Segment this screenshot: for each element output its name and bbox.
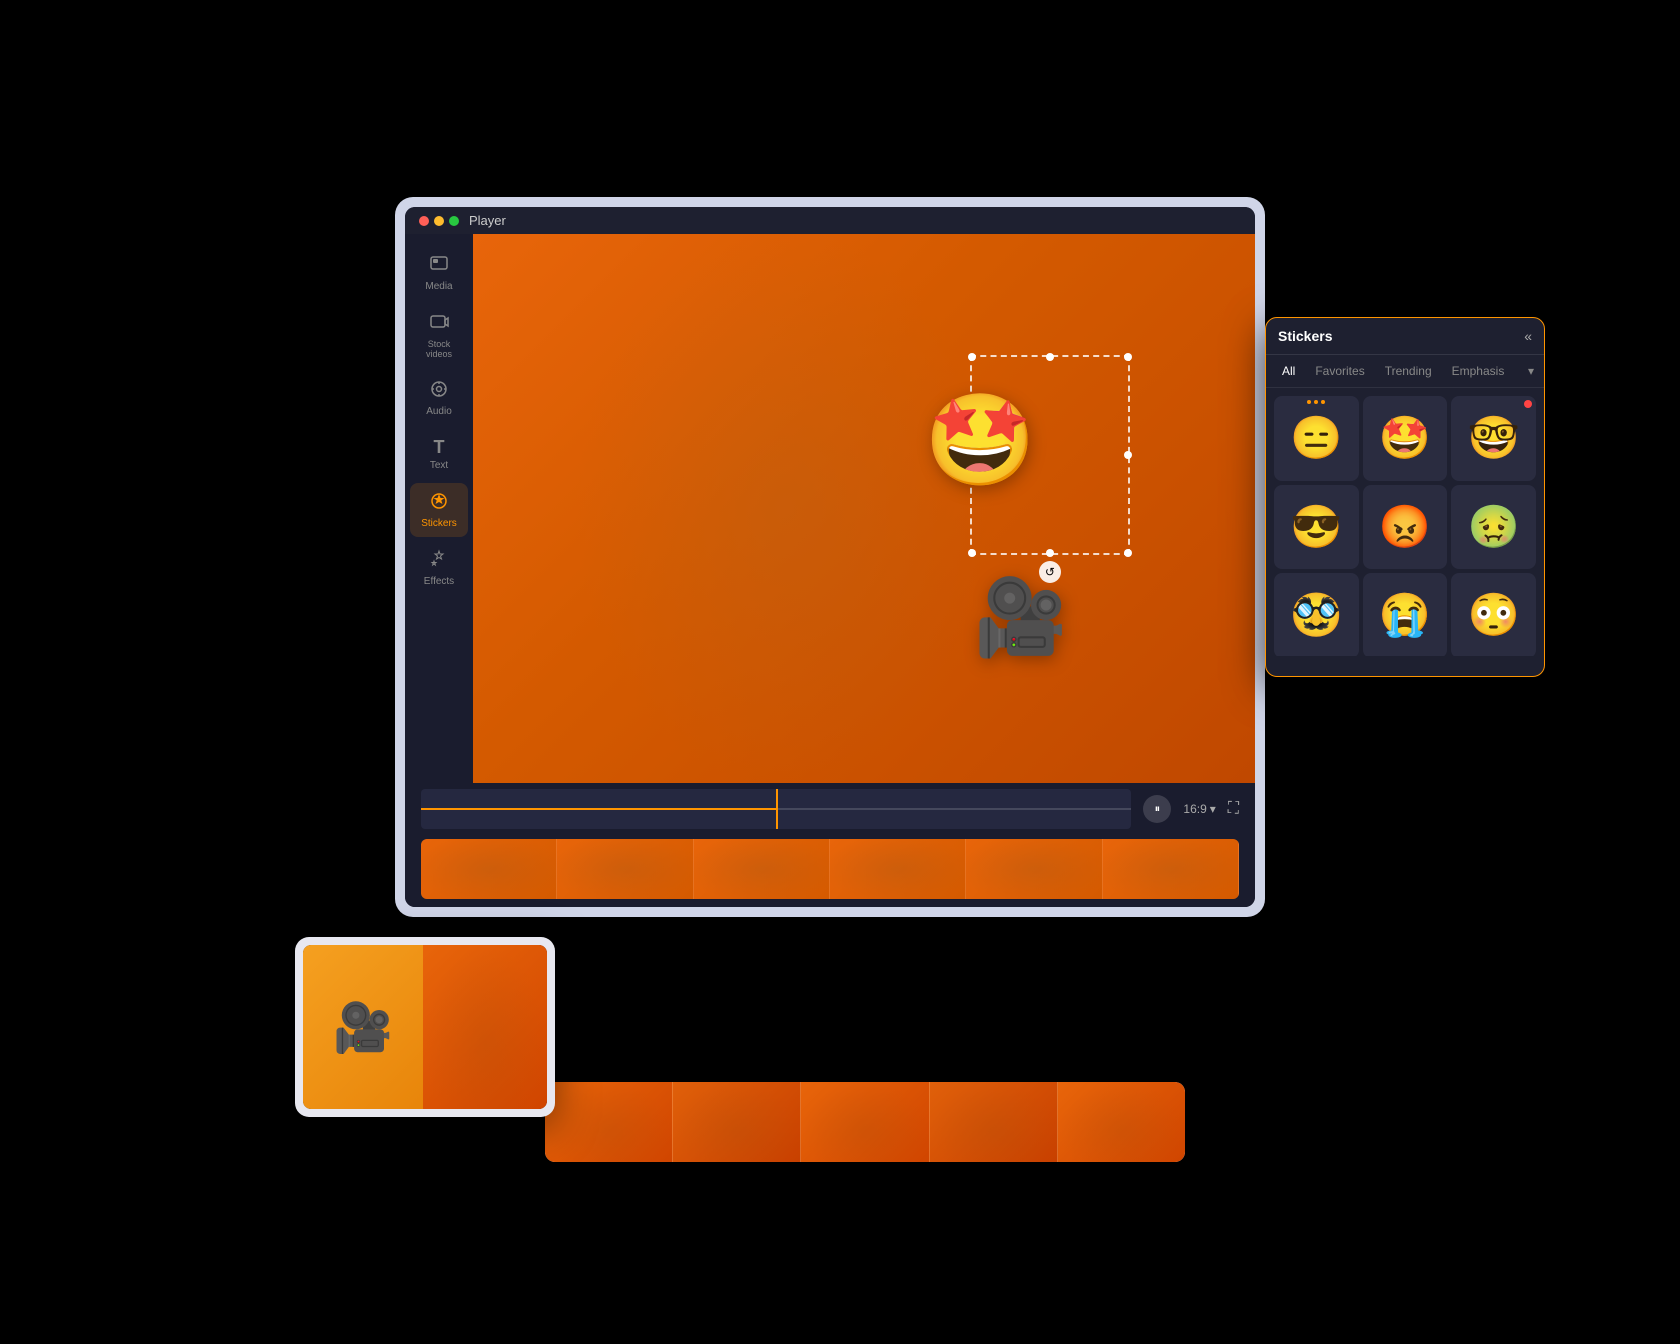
sidebar-item-text[interactable]: T Text xyxy=(410,429,468,479)
sticker-cell-7[interactable]: 🥸 xyxy=(1274,573,1359,656)
sticker-cell-2[interactable]: 🤩 xyxy=(1363,396,1448,481)
text-sidebar-icon: T xyxy=(434,437,445,458)
sidebar-item-media[interactable]: Media xyxy=(410,246,468,300)
panel-title: Stickers xyxy=(1278,328,1332,344)
sidebar-item-stock[interactable]: Stockvideos xyxy=(410,304,468,367)
sticker-cell-6[interactable]: 🤢 xyxy=(1451,485,1536,570)
player-area: ↺ 🤩 🎥 xyxy=(473,234,1255,783)
sidebar-effects-label: Effects xyxy=(424,576,454,587)
handle-tl[interactable] xyxy=(968,353,976,361)
aspect-ratio-selector[interactable]: 16:9 ▾ xyxy=(1183,802,1215,816)
mobile-thumb-4 xyxy=(930,1082,1058,1162)
window-controls xyxy=(419,216,459,226)
sticker-cell-4[interactable]: 😎 xyxy=(1274,485,1359,570)
tabs-dropdown[interactable]: ▾ xyxy=(1528,364,1534,378)
playback-controls: ⏸ 16:9 ▾ ⛶ xyxy=(405,783,1255,835)
handle-bl[interactable] xyxy=(968,549,976,557)
sticker-9-emoji: 😳 xyxy=(1468,591,1520,640)
sticker-cell-9[interactable]: 😳 xyxy=(1451,573,1536,656)
sticker-8-emoji: 😭 xyxy=(1379,591,1431,640)
mobile-thumb-5 xyxy=(1058,1082,1185,1162)
camera-sticker-on-video[interactable]: 🎥 xyxy=(974,574,1067,662)
title-bar: Player xyxy=(405,207,1255,234)
timeline-scrubber[interactable] xyxy=(421,789,1131,829)
sidebar-item-stickers[interactable]: Stickers xyxy=(410,483,468,537)
sticker-cell-3[interactable]: 🤓 xyxy=(1451,396,1536,481)
thumb-frame-6 xyxy=(1103,839,1239,899)
thumbnail-strip[interactable] xyxy=(421,839,1239,899)
window-title: Player xyxy=(469,213,506,228)
sticker-5-emoji: 😡 xyxy=(1379,503,1431,552)
stickers-sidebar-icon xyxy=(429,491,449,516)
sidebar-stock-label: Stockvideos xyxy=(426,339,452,359)
mobile-video xyxy=(423,945,547,1109)
panel-collapse-button[interactable]: « xyxy=(1524,328,1532,344)
mobile-thumb-3 xyxy=(801,1082,929,1162)
handle-br[interactable] xyxy=(1124,549,1132,557)
mobile-sticker: 🎥 xyxy=(303,945,423,1109)
sticker-emoji-on-video[interactable]: 🤩 xyxy=(924,388,1036,493)
handle-tr[interactable] xyxy=(1124,353,1132,361)
thumb-frame-1 xyxy=(421,839,557,899)
thumb-frame-2 xyxy=(557,839,693,899)
sticker-3-emoji: 🤓 xyxy=(1468,414,1520,463)
sticker-cell-5[interactable]: 😡 xyxy=(1363,485,1448,570)
sticker-7-emoji: 🥸 xyxy=(1290,591,1342,640)
sticker-cell-1[interactable]: 😑 xyxy=(1274,396,1359,481)
playhead[interactable] xyxy=(776,789,778,829)
sticker-4-emoji: 😎 xyxy=(1290,503,1342,552)
panel-tabs: All Favorites Trending Emphasis ▾ xyxy=(1266,355,1544,388)
handle-tm[interactable] xyxy=(1046,353,1054,361)
app-body: Media Stockvideos xyxy=(405,234,1255,783)
tab-trending[interactable]: Trending xyxy=(1379,361,1438,381)
sticker-6-emoji: 🤢 xyxy=(1468,503,1520,552)
sticker-1-emoji: 😑 xyxy=(1290,414,1342,463)
video-content xyxy=(473,234,1255,783)
stock-icon xyxy=(429,312,449,337)
sidebar: Media Stockvideos xyxy=(405,234,473,783)
main-device: Player Media xyxy=(395,197,1265,917)
tab-all[interactable]: All xyxy=(1276,361,1301,381)
sidebar-audio-label: Audio xyxy=(426,406,452,417)
mobile-timeline-strip xyxy=(545,1082,1185,1162)
audio-icon xyxy=(429,379,449,404)
thumb-frame-3 xyxy=(694,839,830,899)
panel-header: Stickers « xyxy=(1266,318,1544,355)
tab-emphasis[interactable]: Emphasis xyxy=(1446,361,1511,381)
sticker-2-emoji: 🤩 xyxy=(1379,414,1431,463)
timeline-strip xyxy=(405,835,1255,907)
maximize-dot[interactable] xyxy=(449,216,459,226)
sidebar-text-label: Text xyxy=(430,460,448,471)
sidebar-item-audio[interactable]: Audio xyxy=(410,371,468,425)
sidebar-media-label: Media xyxy=(425,281,452,292)
handle-bm[interactable] xyxy=(1046,549,1054,557)
aspect-ratio-value: 16:9 xyxy=(1183,802,1206,816)
scene: Player Media xyxy=(315,197,1365,1147)
minimize-dot[interactable] xyxy=(434,216,444,226)
thumb-frame-5 xyxy=(966,839,1102,899)
close-dot[interactable] xyxy=(419,216,429,226)
stickers-grid: 😑 🤩 🤓 😎 😡 🤢 🥸 😭 xyxy=(1266,388,1544,656)
sidebar-item-effects[interactable]: Effects xyxy=(410,541,468,595)
tab-favorites[interactable]: Favorites xyxy=(1309,361,1370,381)
handle-mr[interactable] xyxy=(1124,451,1132,459)
stickers-panel: Stickers « All Favorites Trending Emphas… xyxy=(1265,317,1545,677)
sticker-cell-8[interactable]: 😭 xyxy=(1363,573,1448,656)
mobile-device: 🎥 xyxy=(295,937,555,1117)
aspect-ratio-chevron: ▾ xyxy=(1210,802,1216,816)
pause-icon: ⏸ xyxy=(1155,803,1161,816)
mobile-thumb-2 xyxy=(673,1082,801,1162)
mobile-sticker-emoji: 🎥 xyxy=(333,999,393,1056)
effects-icon xyxy=(429,549,449,574)
sidebar-stickers-label: Stickers xyxy=(421,518,457,529)
mobile-thumb-1 xyxy=(545,1082,673,1162)
fullscreen-button[interactable]: ⛶ xyxy=(1228,800,1239,818)
play-pause-button[interactable]: ⏸ xyxy=(1143,795,1171,823)
media-icon xyxy=(429,254,449,279)
thumb-frame-4 xyxy=(830,839,966,899)
